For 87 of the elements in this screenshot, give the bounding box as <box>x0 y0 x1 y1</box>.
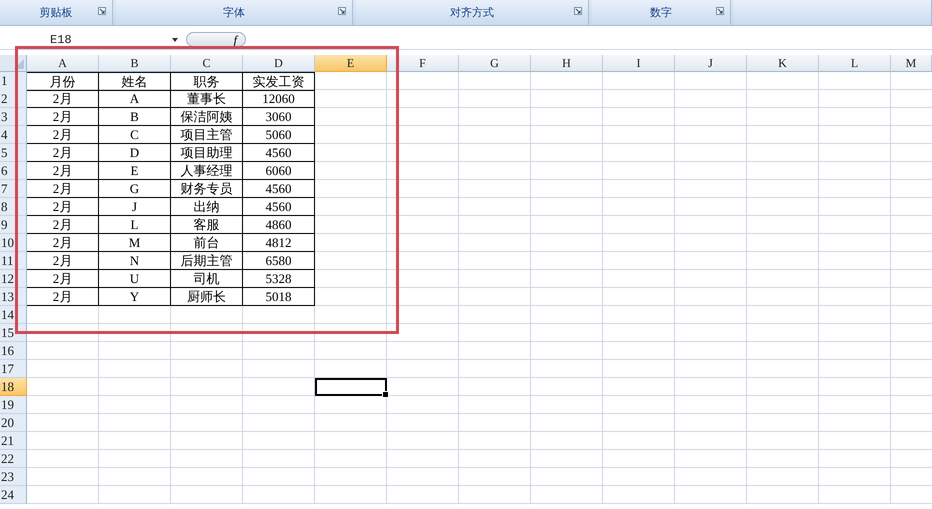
column-header[interactable]: I <box>603 55 675 72</box>
table-cell: D <box>99 144 171 162</box>
corner-triangle-icon <box>14 59 24 69</box>
table-cell: 后期主管 <box>171 252 243 270</box>
table-cell: 4560 <box>243 180 315 198</box>
row-header[interactable]: 24 <box>0 486 27 504</box>
name-box[interactable]: E18 <box>50 32 80 46</box>
table-cell: 2月 <box>27 144 99 162</box>
table-cell: 保洁阿姨 <box>171 108 243 126</box>
table-cell: 月份 <box>27 72 99 91</box>
table-cell: 3060 <box>243 108 315 126</box>
table-cell: B <box>99 108 171 126</box>
dialog-launcher-icon[interactable] <box>98 7 106 15</box>
table-cell: 4860 <box>243 216 315 234</box>
table-cell: 2月 <box>27 252 99 270</box>
table-cell: 4560 <box>243 144 315 162</box>
table-cell: 4812 <box>243 234 315 252</box>
table-cell: G <box>99 180 171 198</box>
column-header[interactable]: L <box>819 55 891 72</box>
table-cell: 4560 <box>243 198 315 216</box>
table-cell: E <box>99 162 171 180</box>
column-header[interactable]: E <box>315 55 387 72</box>
table-cell: 5328 <box>243 270 315 288</box>
column-header[interactable]: K <box>747 55 819 72</box>
table-cell: 2月 <box>27 162 99 180</box>
dialog-launcher-icon[interactable] <box>338 7 346 15</box>
column-header[interactable]: A <box>27 55 99 72</box>
column-header[interactable]: H <box>531 55 603 72</box>
column-header[interactable]: F <box>387 55 459 72</box>
table-cell: L <box>99 216 171 234</box>
table-cell: 客服 <box>171 216 243 234</box>
table-cell: A <box>99 90 171 108</box>
column-header[interactable]: D <box>243 55 315 72</box>
table-cell: 2月 <box>27 288 99 306</box>
row-header[interactable]: 20 <box>0 414 27 432</box>
column-header[interactable]: J <box>675 55 747 72</box>
column-header[interactable]: M <box>891 55 932 72</box>
ribbon-group-label[interactable]: 对齐方式 <box>356 0 589 25</box>
table-cell: 2月 <box>27 216 99 234</box>
table-cell: U <box>99 270 171 288</box>
table-cell: 6580 <box>243 252 315 270</box>
table-cell: 董事长 <box>171 90 243 108</box>
row-header[interactable]: 21 <box>0 432 27 450</box>
table-cell: J <box>99 198 171 216</box>
row-header[interactable]: 23 <box>0 468 27 486</box>
table-cell: 项目主管 <box>171 126 243 144</box>
row-header[interactable]: 16 <box>0 342 27 360</box>
table-cell: 2月 <box>27 108 99 126</box>
table-cell: 2月 <box>27 90 99 108</box>
dialog-launcher-icon[interactable] <box>574 7 582 15</box>
table-cell: 2月 <box>27 180 99 198</box>
table-cell: 人事经理 <box>171 162 243 180</box>
table-cell: 职务 <box>171 72 243 91</box>
ribbon-group-label[interactable]: 字体 <box>116 0 353 25</box>
dropdown-arrow-icon[interactable] <box>172 38 178 42</box>
ribbon-group-label[interactable]: 数字 <box>592 0 731 25</box>
row-header[interactable]: 18 <box>0 378 27 396</box>
table-cell: Y <box>99 288 171 306</box>
table-cell: M <box>99 234 171 252</box>
table-cell: 出纳 <box>171 198 243 216</box>
table-cell: 5018 <box>243 288 315 306</box>
row-header[interactable]: 22 <box>0 450 27 468</box>
active-cell[interactable] <box>315 378 387 396</box>
table-cell: 姓名 <box>99 72 171 91</box>
column-header[interactable]: B <box>99 55 171 72</box>
table-cell: 12060 <box>243 90 315 108</box>
ribbon-group-label[interactable]: 剪贴板 <box>0 0 113 25</box>
table-cell: 项目助理 <box>171 144 243 162</box>
table-cell: 2月 <box>27 198 99 216</box>
row-header[interactable]: 19 <box>0 396 27 414</box>
dialog-launcher-icon[interactable] <box>716 7 724 15</box>
row-header[interactable]: 17 <box>0 360 27 378</box>
table-cell: 6060 <box>243 162 315 180</box>
table-cell: 财务专员 <box>171 180 243 198</box>
table-cell: 厨师长 <box>171 288 243 306</box>
table-cell: N <box>99 252 171 270</box>
insert-function-button[interactable]: f <box>186 32 246 47</box>
table-cell: 司机 <box>171 270 243 288</box>
table-cell: C <box>99 126 171 144</box>
table-cell: 2月 <box>27 270 99 288</box>
column-header[interactable]: G <box>459 55 531 72</box>
table-cell: 2月 <box>27 126 99 144</box>
table-cell: 实发工资 <box>243 72 315 91</box>
table-cell: 前台 <box>171 234 243 252</box>
table-cell: 5060 <box>243 126 315 144</box>
column-header[interactable]: C <box>171 55 243 72</box>
table-cell: 2月 <box>27 234 99 252</box>
